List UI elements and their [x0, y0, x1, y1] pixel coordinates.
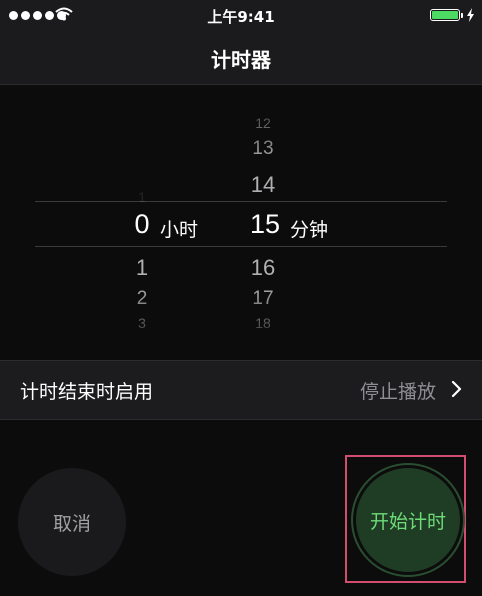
minutes-option[interactable]: 13 — [243, 138, 283, 160]
hours-option[interactable]: 3 — [122, 315, 162, 331]
status-time: 上午9:41 — [207, 8, 275, 26]
minutes-option[interactable]: 16 — [243, 255, 283, 281]
nav-bar: 计时器 — [0, 32, 482, 85]
minutes-unit-label: 分钟 — [290, 219, 329, 241]
start-timer-button[interactable]: 开始计时 — [356, 468, 460, 572]
minutes-option[interactable]: 12 — [243, 115, 283, 131]
hours-option[interactable]: 1 — [122, 255, 162, 281]
charging-bolt-icon — [467, 8, 474, 22]
hours-unit-label: 小时 — [160, 219, 199, 241]
minutes-option[interactable]: 14 — [243, 172, 283, 198]
selection-line-bottom — [35, 246, 447, 247]
battery-icon — [430, 9, 460, 21]
hours-option[interactable]: 2 — [122, 288, 162, 310]
chevron-right-icon — [451, 380, 462, 398]
duration-picker[interactable]: 1 0 小时 1 2 3 12 13 14 15 分钟 16 17 18 — [0, 85, 482, 355]
picker-fade-top — [0, 85, 482, 165]
cancel-button-label: 取消 — [52, 512, 91, 535]
status-bar: 上午9:41 — [0, 0, 482, 32]
timer-end-label: 计时结束时启用 — [20, 381, 154, 403]
minutes-selected[interactable]: 15 — [245, 209, 285, 240]
selection-line-top — [35, 201, 447, 202]
timer-end-setting-row[interactable]: 计时结束时启用 停止播放 — [0, 360, 482, 420]
minutes-option[interactable]: 17 — [243, 288, 283, 310]
battery-cap — [461, 13, 463, 18]
cancel-button[interactable]: 取消 — [18, 468, 126, 576]
hours-selected[interactable]: 0 — [122, 209, 162, 240]
minutes-option[interactable]: 18 — [243, 315, 283, 331]
picker-fade-bottom — [0, 285, 482, 355]
page-title: 计时器 — [211, 48, 271, 72]
start-timer-button-label: 开始计时 — [369, 510, 446, 533]
hours-option-above[interactable]: 1 — [122, 189, 162, 205]
timer-end-value: 停止播放 — [359, 381, 436, 403]
